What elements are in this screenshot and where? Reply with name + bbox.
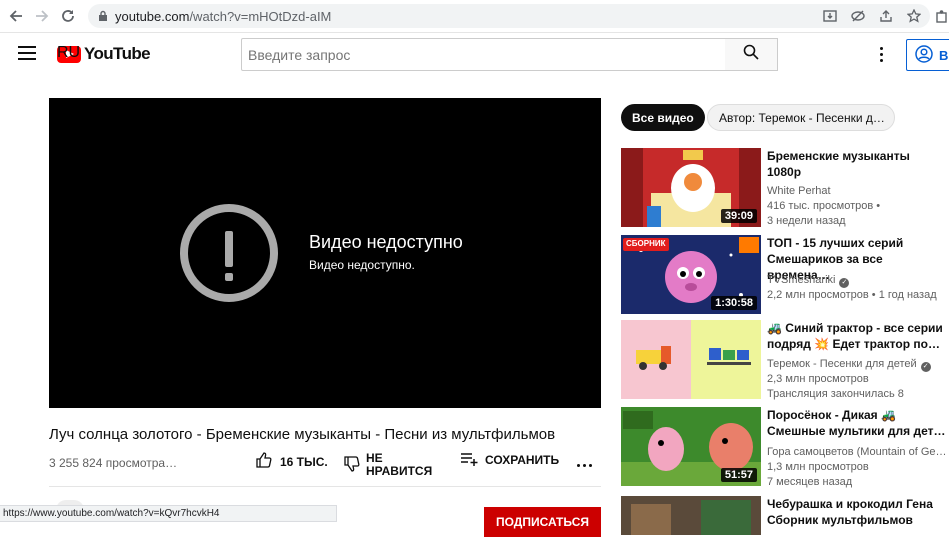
youtube-header: YouTube RU В <box>0 33 949 77</box>
channel-name[interactable]: Теремок - Песенки для детей ✓ <box>767 357 931 372</box>
search-icon <box>743 44 759 65</box>
recommendation-title[interactable]: Бременские музыканты 1080p <box>767 148 947 180</box>
error-title: Видео недоступно <box>309 232 463 252</box>
video-thumbnail[interactable] <box>621 320 761 399</box>
upload-age: 3 недели назад <box>767 215 846 227</box>
channel-name[interactable]: White Perhat <box>767 184 831 199</box>
view-count[interactable]: 3 255 824 просмотра… <box>49 456 177 470</box>
duration-badge: 1:30:58 <box>711 296 757 310</box>
verified-icon: ✓ <box>920 362 931 372</box>
chip-all-videos[interactable]: Все видео <box>621 104 705 131</box>
settings-menu-icon[interactable] <box>880 47 884 65</box>
recommendation-item[interactable]: 39:09 Бременские музыканты 1080p White P… <box>621 148 949 228</box>
verified-icon: ✓ <box>839 278 850 288</box>
share-icon[interactable] <box>878 8 894 24</box>
playlist-add-icon <box>460 452 479 469</box>
install-icon[interactable] <box>822 8 838 24</box>
browser-toolbar: youtube.com/watch?v=mHOtDzd-aIM <box>0 0 949 33</box>
recommendation-title[interactable]: 🚜 Синий трактор - все серии подряд 💥 Еде… <box>767 320 947 352</box>
recommendation-item[interactable]: Чебурашка и крокодил Гена Сборник мультф… <box>621 496 949 535</box>
sign-in-button[interactable]: В <box>906 39 949 71</box>
video-title: Луч солнца золотого - Бременские музыкан… <box>49 426 556 443</box>
search-button[interactable] <box>725 38 778 71</box>
recommendation-title[interactable]: Чебурашка и крокодил Гена Сборник мультф… <box>767 496 947 528</box>
forward-arrow-icon[interactable] <box>32 6 52 26</box>
view-count: 1,3 млн просмотров <box>767 461 869 473</box>
upload-age: 7 месяцев назад <box>767 476 853 488</box>
save-button[interactable]: СОХРАНИТЬ <box>460 452 559 469</box>
divider <box>49 486 601 487</box>
view-count: 2,3 млн просмотров <box>767 373 869 385</box>
menu-icon[interactable] <box>18 46 36 60</box>
address-bar[interactable]: youtube.com/watch?v=mHOtDzd-aIM <box>88 4 930 28</box>
reload-icon[interactable] <box>58 6 78 26</box>
star-icon[interactable] <box>906 8 922 24</box>
search-input[interactable] <box>242 39 725 70</box>
recommendation-item[interactable]: СБОРНИК 1:30:58 ТОП - 15 лучших серий См… <box>621 235 949 315</box>
search-box <box>241 38 726 71</box>
channel-name[interactable]: TVSmeshariki ✓ <box>767 273 850 288</box>
recommendation-item[interactable]: 🚜 Синий трактор - все серии подряд 💥 Еде… <box>621 320 949 400</box>
view-count: 2,2 млн просмотров • 1 год назад <box>767 289 937 301</box>
video-thumbnail[interactable]: СБОРНИК 1:30:58 <box>621 235 761 314</box>
thumbs-up-icon <box>255 452 272 472</box>
view-count: 416 тыс. просмотров • <box>767 200 881 212</box>
dislike-button[interactable]: НЕ НРАВИТСЯ <box>343 452 434 478</box>
duration-badge: 51:57 <box>720 468 757 482</box>
error-icon <box>180 204 278 302</box>
video-player[interactable]: Видео недоступно Видео недоступно. <box>49 98 601 408</box>
upload-age: Трансляция закончилась 8 <box>767 388 904 400</box>
like-button[interactable]: 16 ТЫС. <box>255 452 328 472</box>
puzzle-icon[interactable] <box>932 6 949 26</box>
thumbnail-badge: СБОРНИК <box>626 239 666 248</box>
error-subtitle: Видео недоступно. <box>309 258 415 272</box>
chip-author[interactable]: Автор: Теремок - Песенки д… <box>707 104 895 131</box>
subscribe-button[interactable]: ПОДПИСАТЬСЯ <box>484 507 601 537</box>
channel-name[interactable]: Гора самоцветов (Mountain of Ge… <box>767 445 947 460</box>
region-code: RU <box>57 44 81 61</box>
eye-off-icon[interactable] <box>850 8 866 24</box>
video-thumbnail[interactable] <box>621 496 761 535</box>
status-bar-url: https://www.youtube.com/watch?v=kQvr7hcv… <box>0 505 337 522</box>
back-arrow-icon[interactable] <box>6 6 26 26</box>
duration-badge: 39:09 <box>720 209 757 223</box>
recommendation-item[interactable]: 51:57 Поросёнок - Дикая 🚜 Смешные мульти… <box>621 407 949 488</box>
video-thumbnail[interactable]: 51:57 <box>621 407 761 486</box>
more-actions-icon[interactable] <box>577 464 592 467</box>
video-thumbnail[interactable]: 39:09 <box>621 148 761 227</box>
url-text: youtube.com/watch?v=mHOtDzd-aIM <box>115 9 332 24</box>
thumbs-down-icon <box>343 455 360 475</box>
account-icon <box>915 44 933 66</box>
recommendation-title[interactable]: Поросёнок - Дикая 🚜 Смешные мультики для… <box>767 407 947 439</box>
lock-icon[interactable] <box>98 9 108 27</box>
